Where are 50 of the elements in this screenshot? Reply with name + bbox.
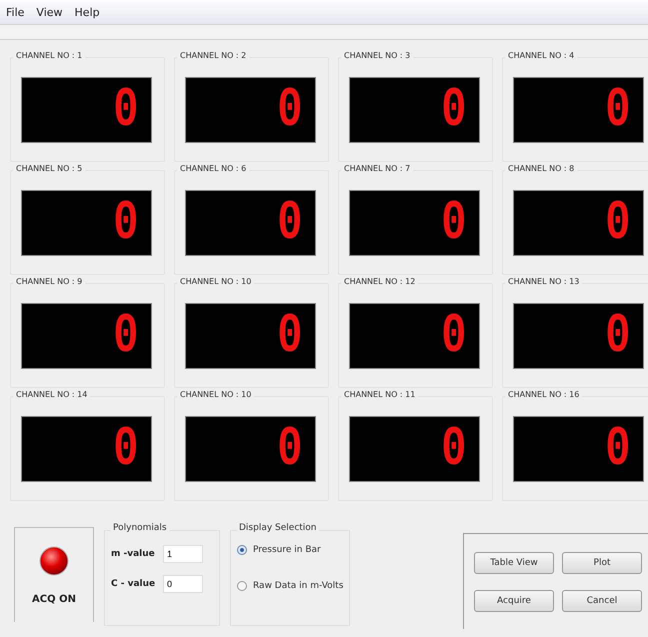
display-value: 0	[606, 82, 631, 138]
channel-label: CHANNEL NO : 3	[341, 51, 414, 60]
display-value: 0	[606, 308, 631, 364]
status-label: ACQ ON	[32, 594, 76, 605]
radio-label[interactable]: Raw Data in m-Volts	[253, 581, 344, 591]
channel-label: CHANNEL NO : 2	[177, 51, 250, 60]
group-title: Display Selection	[237, 523, 319, 533]
channel-label: CHANNEL NO : 10	[177, 277, 254, 286]
field-label: m -value	[111, 549, 156, 559]
channel-label: CHANNEL NO : 11	[341, 390, 418, 399]
input-field[interactable]: 0	[163, 575, 203, 593]
menu-item[interactable]: Help	[74, 6, 100, 18]
display-value: 0	[442, 82, 467, 138]
display-value: 0	[442, 421, 467, 477]
channel-label: CHANNEL NO : 4	[505, 51, 578, 60]
radio-button[interactable]	[237, 545, 247, 555]
channel-label: CHANNEL NO : 5	[13, 164, 86, 173]
display-value: 0	[442, 308, 467, 364]
group-title: Polynomials	[111, 523, 169, 533]
channel-label: CHANNEL NO : 14	[13, 390, 90, 399]
display-value: 0	[114, 82, 139, 138]
menu-item[interactable]: View	[36, 6, 63, 18]
channel-label: CHANNEL NO : 8	[505, 164, 578, 173]
display-value: 0	[606, 195, 631, 251]
channel-label: CHANNEL NO : 16	[505, 390, 582, 399]
action-button[interactable]: Plot	[562, 552, 642, 574]
action-button[interactable]: Table View	[474, 552, 554, 574]
display-value: 0	[278, 195, 303, 251]
radio-label[interactable]: Pressure in Bar	[253, 545, 321, 555]
channel-label: CHANNEL NO : 6	[177, 164, 250, 173]
channel-label: CHANNEL NO : 13	[505, 277, 582, 286]
channel-label: CHANNEL NO : 10	[177, 390, 254, 399]
display-value: 0	[606, 421, 631, 477]
display-value: 0	[278, 421, 303, 477]
display-value: 0	[114, 308, 139, 364]
radio-button[interactable]	[237, 581, 247, 591]
display-value: 0	[278, 82, 303, 138]
channel-label: CHANNEL NO : 12	[341, 277, 418, 286]
channel-label: CHANNEL NO : 1	[13, 51, 86, 60]
channel-label: CHANNEL NO : 7	[341, 164, 414, 173]
display-value: 0	[442, 195, 467, 251]
field-label: C - value	[111, 579, 156, 589]
display-value: 0	[114, 195, 139, 251]
action-button[interactable]: Acquire	[474, 590, 554, 612]
menu-item[interactable]: File	[6, 6, 24, 18]
action-button[interactable]: Cancel	[562, 590, 642, 612]
display-value: 0	[114, 421, 139, 477]
display-value: 0	[278, 308, 303, 364]
channel-label: CHANNEL NO : 9	[13, 277, 86, 286]
input-field[interactable]: 1	[163, 545, 203, 563]
